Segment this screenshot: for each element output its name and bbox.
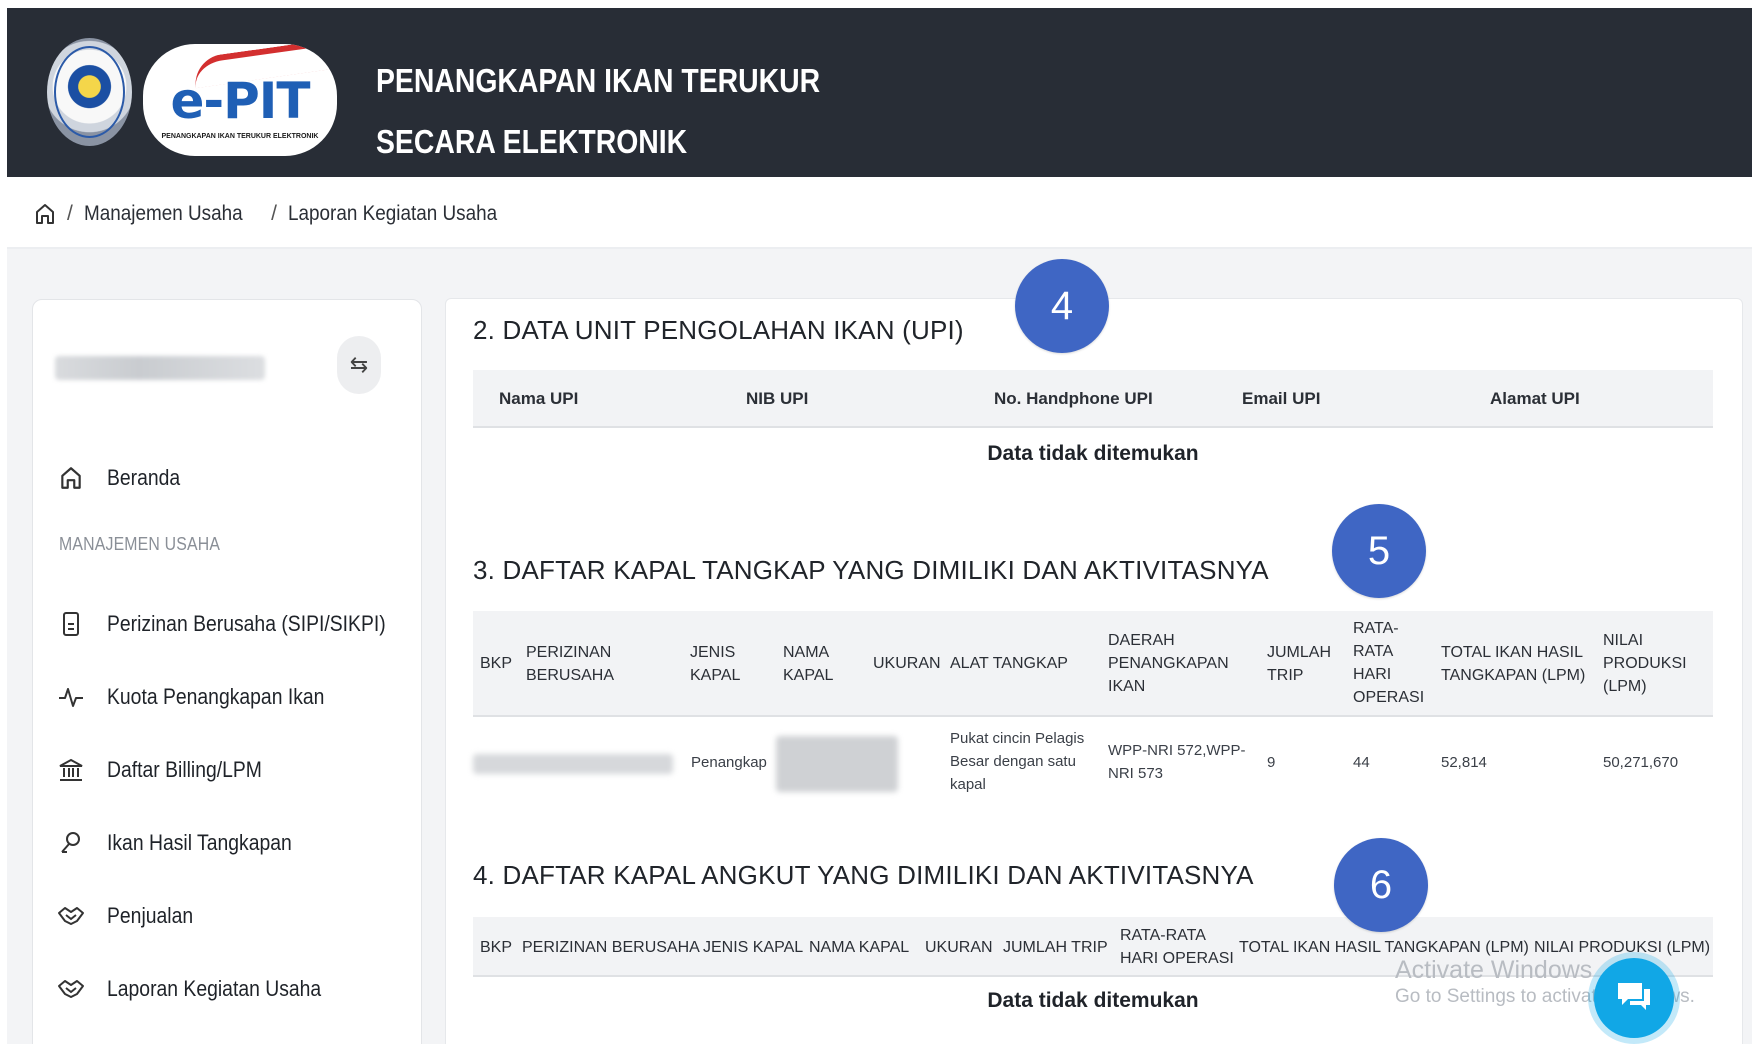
column-header: JENIS KAPAL: [690, 644, 741, 684]
column-header: NILAI PRODUKSI (LPM): [1603, 632, 1687, 695]
redacted-cell: [776, 736, 898, 792]
column-header: JUMLAH TRIP: [1003, 939, 1108, 956]
table-header-upi: Nama UPI NIB UPI No. Handphone UPI Email…: [473, 370, 1713, 428]
column-header: DAERAH PENANGKAPAN IKAN: [1108, 632, 1229, 695]
column-header: No. Handphone UPI: [994, 389, 1153, 408]
chat-bubble-icon: [1614, 979, 1654, 1018]
column-header: BKP: [480, 655, 513, 672]
app-title-line2: SECARA ELEKTRONIK: [376, 123, 688, 160]
column-header: RATA-RATA HARI OPERASI: [1353, 620, 1425, 706]
sidebar-item-ikan-hasil[interactable]: Ikan Hasil Tangkapan: [57, 823, 317, 863]
breadcrumb-separator: /: [271, 202, 277, 225]
column-header: BKP: [480, 939, 513, 956]
annotation-badge-5: 5: [1332, 504, 1426, 598]
company-name-redacted: [55, 356, 265, 380]
sidebar-item-label: Daftar Billing/LPM: [107, 757, 262, 782]
logo-subtitle: PENANGKAPAN IKAN TERUKUR ELEKTRONIK: [161, 133, 319, 140]
column-header: Nama UPI: [499, 389, 579, 408]
activity-icon: [57, 683, 85, 711]
column-header: Email UPI: [1242, 389, 1321, 408]
sidebar-item-label: Kuota Penangkapan Ikan: [107, 684, 325, 709]
cell-daerah: WPP-NRI 572,WPP-NRI 573: [1108, 742, 1246, 782]
chat-button[interactable]: [1594, 958, 1674, 1038]
column-header: JUMLAH TRIP: [1267, 644, 1332, 684]
column-header: UKURAN: [925, 939, 993, 956]
document-icon: [57, 610, 85, 638]
sidebar-item-perizinan[interactable]: Perizinan Berusaha (SIPI/SIKPI): [57, 604, 424, 644]
column-header: PERIZINAN BERUSAHA: [522, 939, 700, 956]
breadcrumb-manajemen-usaha[interactable]: Manajemen Usaha: [84, 202, 243, 226]
app-title: PENANGKAPAN IKAN TERUKUR SECARA ELEKTRON…: [376, 50, 820, 172]
sidebar-item-label: Perizinan Berusaha (SIPI/SIKPI): [107, 611, 386, 636]
bank-icon: [57, 756, 85, 784]
cell-total-ikan: 52,814: [1441, 754, 1487, 771]
fish-hook-icon: [57, 829, 85, 857]
swap-arrows-icon: ⇆: [349, 352, 369, 377]
cell-jenis-kapal: Penangkap: [691, 754, 767, 771]
empty-message-upi: Data tidak ditemukan: [987, 442, 1199, 465]
sidebar-item-laporan[interactable]: Laporan Kegiatan Usaha: [57, 969, 350, 1009]
seal-ring: [54, 46, 125, 138]
windows-activation-watermark: Activate Windows: [1395, 956, 1593, 984]
column-header: JENIS KAPAL: [703, 939, 804, 956]
app-header: e-PIT PENANGKAPAN IKAN TERUKUR ELEKTRONI…: [7, 8, 1752, 177]
column-header: RATA-RATA HARI OPERASI: [1120, 927, 1234, 967]
breadcrumb: / Manajemen Usaha / Laporan Kegiatan Usa…: [34, 196, 520, 232]
column-header: Alamat UPI: [1490, 389, 1580, 408]
column-header: NIB UPI: [746, 389, 809, 408]
app-title-line1: PENANGKAPAN IKAN TERUKUR: [376, 62, 821, 99]
sidebar-item-label: Penjualan: [107, 903, 194, 928]
cell-alat-tangkap: Pukat cincin Pelagis Besar dengan satu k…: [950, 730, 1085, 793]
sidebar-item-beranda[interactable]: Beranda: [57, 458, 190, 498]
annotation-badge-4: 4: [1015, 259, 1109, 353]
sidebar-item-billing[interactable]: Daftar Billing/LPM: [57, 750, 283, 790]
column-header: NAMA KAPAL: [809, 939, 910, 956]
redacted-cell: [473, 754, 673, 774]
column-header: TOTAL IKAN HASIL TANGKAPAN (LPM): [1441, 644, 1586, 684]
handshake-icon: [57, 975, 85, 1003]
breadcrumb-separator: /: [67, 202, 73, 225]
epit-logo[interactable]: e-PIT PENANGKAPAN IKAN TERUKUR ELEKTRONI…: [143, 44, 337, 156]
logo-text: e-PIT: [170, 72, 310, 130]
sidebar: ⇆ Beranda MANAJEMEN USAHA Perizinan Beru…: [32, 299, 422, 1044]
home-icon: [57, 464, 85, 492]
column-header: PERIZINAN BERUSAHA: [526, 644, 615, 684]
section-title-kapal-tangkap: 3. DAFTAR KAPAL TANGKAP YANG DIMILIKI DA…: [473, 555, 1269, 585]
handshake-icon: [57, 902, 85, 930]
annotation-badge-6: 6: [1334, 838, 1428, 932]
breadcrumb-laporan-kegiatan-usaha: Laporan Kegiatan Usaha: [287, 202, 498, 225]
cell-jumlah-trip: 9: [1267, 754, 1276, 771]
report-panel: 2. DATA UNIT PENGOLAHAN IKAN (UPI) Nama …: [445, 298, 1743, 1044]
cell-rata-hari: 44: [1353, 754, 1370, 771]
sidebar-item-label: Beranda: [107, 465, 181, 490]
sidebar-item-kuota[interactable]: Kuota Penangkapan Ikan: [57, 677, 354, 717]
switch-account-button[interactable]: ⇆: [337, 336, 381, 394]
section-title-upi: 2. DATA UNIT PENGOLAHAN IKAN (UPI): [473, 315, 964, 345]
sidebar-item-label: Ikan Hasil Tangkapan: [107, 830, 292, 855]
sidebar-section-heading: MANAJEMEN USAHA: [59, 534, 221, 554]
sidebar-item-penjualan[interactable]: Penjualan: [57, 896, 205, 936]
section-title-kapal-angkut: 4. DAFTAR KAPAL ANGKUT YANG DIMILIKI DAN…: [473, 860, 1254, 890]
column-header: UKURAN: [873, 655, 941, 672]
column-header: NAMA KAPAL: [783, 644, 834, 684]
column-header: ALAT TANGKAP: [950, 655, 1068, 672]
sidebar-item-label: Laporan Kegiatan Usaha: [107, 976, 322, 1001]
home-icon[interactable]: [34, 202, 56, 226]
cell-nilai-produksi: 50,271,670: [1603, 754, 1679, 771]
table-header-kapal-tangkap: BKP PERIZINAN BERUSAHA JENIS KAPAL NAMA …: [473, 611, 1713, 717]
